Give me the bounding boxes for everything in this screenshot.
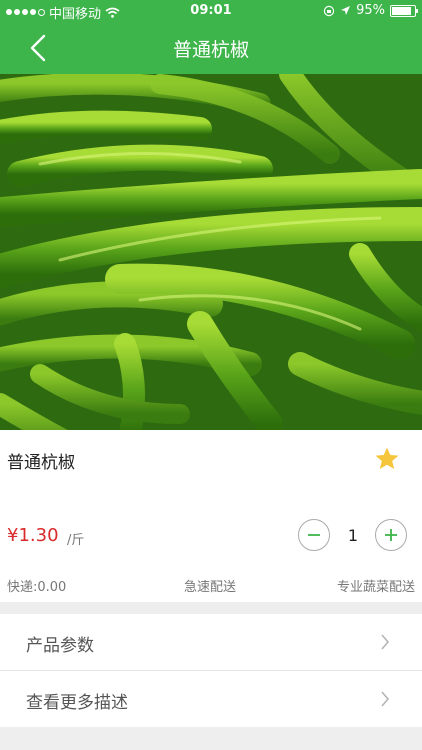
more-description-label: 查看更多描述 [26,693,128,713]
orientation-lock-icon [323,5,335,16]
plus-icon [385,529,397,541]
nav-bar: 普通杭椒 [0,22,422,74]
header: 中国移动 09:01 95% 普通杭椒 [0,0,422,74]
product-params-row[interactable]: 产品参数 [0,614,422,671]
product-params-label: 产品参数 [26,636,94,656]
price-unit: /斤 [67,533,85,548]
favorite-star-icon[interactable] [374,446,400,472]
product-image [0,74,422,430]
fast-delivery-tag: 急速配送 [184,580,237,595]
location-icon [341,6,351,15]
chevron-right-icon [381,691,390,707]
status-bar: 中国移动 09:01 95% [0,0,422,22]
battery-icon [390,4,418,17]
quantity-value: 1 [347,526,359,545]
status-right: 95% [323,3,418,18]
page-title: 普通杭椒 [172,39,249,61]
increase-quantity-button[interactable] [375,519,407,551]
section-divider [0,602,422,614]
product-info-card: 普通杭椒 ¥1.30 /斤 1 快递:0.00 急速配送 专业蔬菜配送 [0,430,422,602]
pro-delivery-tag: 专业蔬菜配送 [336,580,415,595]
battery-percent: 95% [356,3,385,18]
chevron-right-icon [381,634,390,650]
minus-icon [308,534,320,536]
shipping-fee: 快递:0.00 [7,580,67,595]
more-description-row[interactable]: 查看更多描述 [0,671,422,727]
product-price: ¥1.30 [7,525,59,546]
decrease-quantity-button[interactable] [298,519,330,551]
product-name: 普通杭椒 [7,453,75,473]
